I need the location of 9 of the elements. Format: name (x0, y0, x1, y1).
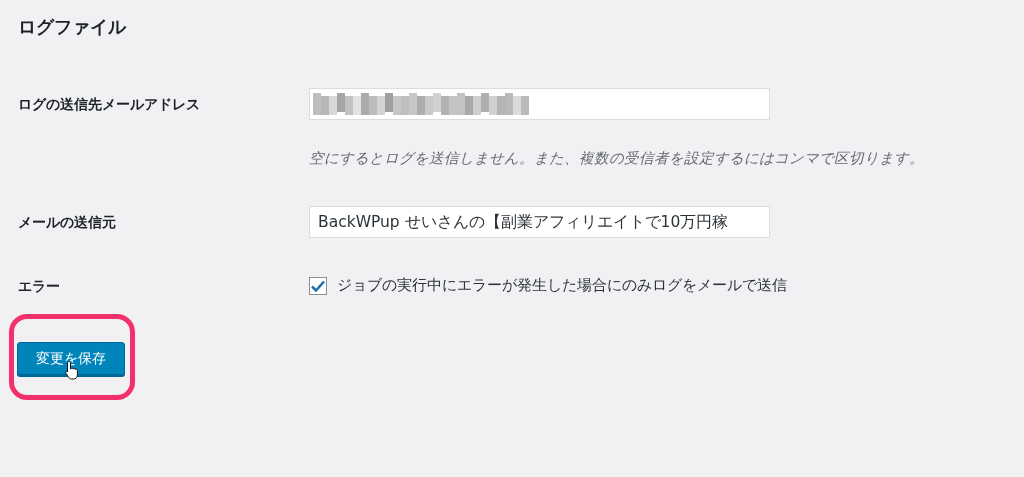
email-field[interactable] (309, 88, 770, 120)
field-label: ログの送信先メールアドレス (18, 95, 200, 114)
section-heading: ログファイル (18, 15, 126, 39)
field-label: エラー (18, 277, 60, 296)
sender-field[interactable]: BackWPup せいさんの【副業アフィリエイトで10万円稼 (309, 206, 770, 238)
field-description: 空にするとログを送信しません。また、複数の受信者を設定するにはコンマで区切ります。 (309, 149, 924, 168)
field-label: メールの送信元 (18, 213, 116, 232)
checkbox[interactable] (309, 276, 327, 295)
checkbox-label: ジョブの実行中にエラーが発生した場合にのみログをメールで送信 (337, 276, 787, 295)
